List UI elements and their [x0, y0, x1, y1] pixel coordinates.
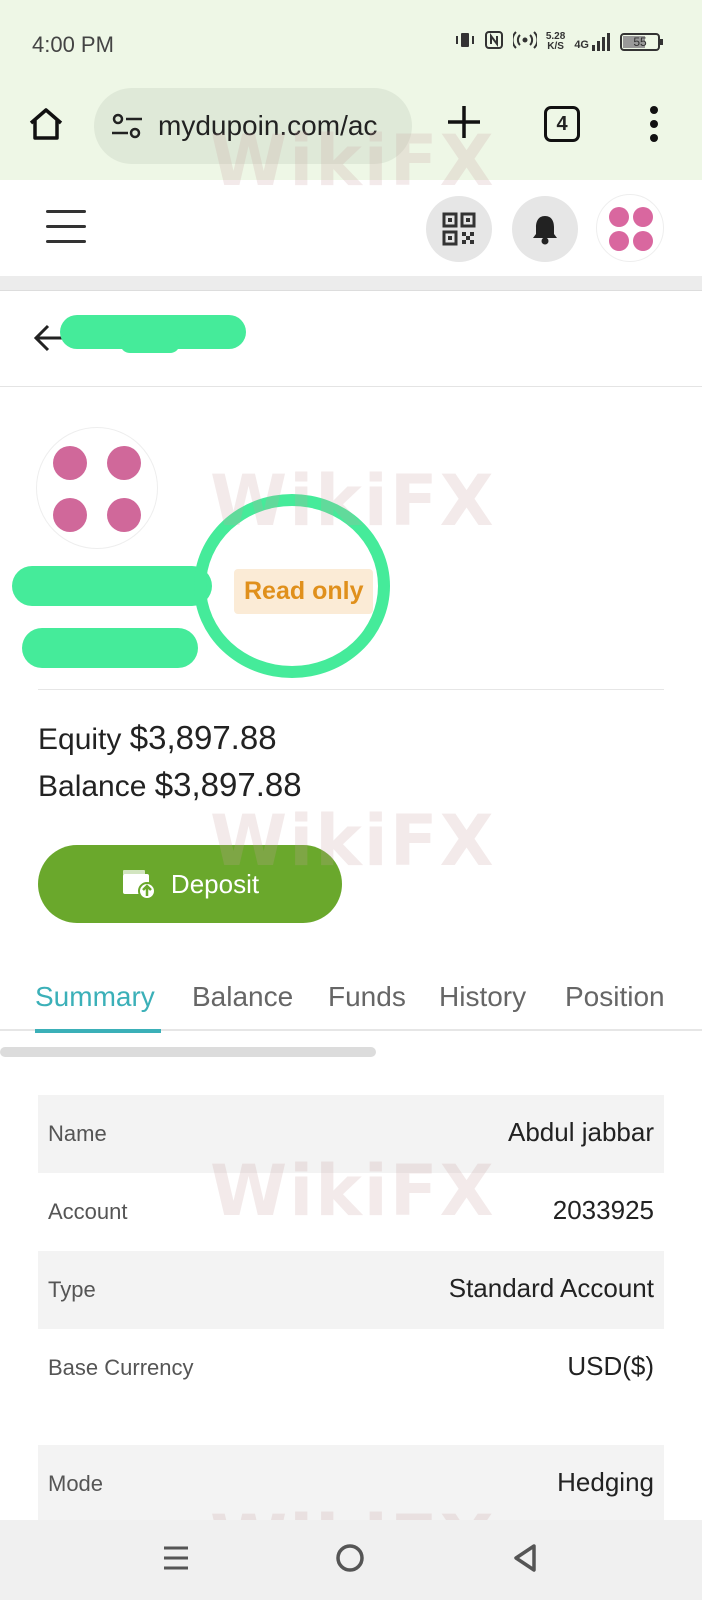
qr-code-icon[interactable] [426, 196, 492, 262]
section-divider [0, 276, 702, 290]
balance-value: $3,897.88 [154, 766, 302, 803]
hotspot-icon [511, 30, 539, 54]
row-value: 2033925 [552, 1195, 654, 1225]
balance-row: Balance $3,897.88 [38, 766, 302, 804]
redaction-mark [12, 566, 212, 606]
back-nav-icon[interactable] [506, 1538, 546, 1578]
network-speed: 5.28 K/S [546, 32, 565, 52]
status-icons: 5.28 K/S 4G 55 [455, 30, 663, 54]
tabs-scrollbar[interactable] [0, 1047, 376, 1057]
row-label: Account [48, 1199, 128, 1224]
row-value: Hedging [557, 1467, 654, 1497]
row-label: Type [48, 1277, 96, 1302]
account-avatar [36, 427, 158, 549]
watermark-text: WikiFX [210, 800, 496, 882]
tune-icon[interactable] [110, 111, 144, 141]
network-type: 4G [574, 39, 589, 51]
status-time: 4:00 PM [32, 32, 114, 57]
account-tabs: Summary Balance Funds History Position [0, 971, 702, 1033]
avatar[interactable] [596, 194, 664, 262]
row-label: Base Currency [48, 1355, 194, 1380]
tab-history[interactable]: History [439, 981, 526, 1013]
row-value: Abdul jabbar [508, 1117, 654, 1147]
recents-icon[interactable] [156, 1538, 196, 1578]
divider [38, 689, 664, 690]
network-speed-unit: K/S [547, 41, 564, 52]
tab-position[interactable]: Position [565, 981, 665, 1013]
status-bar: 4:00 PM 5.28 K/S 4G 55 [0, 0, 702, 88]
battery-icon: 55 [620, 33, 663, 51]
more-vertical-icon[interactable] [646, 104, 662, 144]
tab-funds[interactable]: Funds [328, 981, 406, 1013]
home-icon[interactable] [26, 104, 66, 144]
tab-count-icon[interactable]: 4 [544, 106, 580, 142]
row-value: Standard Account [448, 1273, 654, 1303]
equity-value: $3,897.88 [129, 719, 277, 756]
active-tab-indicator [35, 1029, 161, 1033]
watermark-text: WikiFX [210, 460, 496, 542]
redaction-mark [22, 628, 198, 668]
equity-row: Equity $3,897.88 [38, 719, 277, 757]
signal-icon: 4G [574, 33, 611, 51]
table-row: Type Standard Account [38, 1251, 664, 1329]
nfc-icon [484, 30, 504, 54]
hamburger-icon[interactable] [46, 210, 86, 244]
battery-level: 55 [633, 35, 647, 49]
vibrate-icon [455, 30, 475, 54]
redaction-mark [120, 333, 180, 353]
home-nav-icon[interactable] [330, 1538, 370, 1578]
row-label: Name [48, 1121, 107, 1146]
equity-label: Equity [38, 723, 122, 756]
watermark-text: WikiFX [210, 1150, 496, 1232]
system-nav-bar [0, 1520, 702, 1600]
balance-label: Balance [38, 770, 147, 803]
row-label: Mode [48, 1471, 104, 1496]
tab-balance[interactable]: Balance [192, 981, 293, 1013]
row-value: USD($) [567, 1351, 654, 1381]
wallet-upload-icon [122, 870, 156, 900]
tab-summary[interactable]: Summary [35, 981, 155, 1013]
table-row: Base Currency USD($) [38, 1329, 664, 1407]
watermark-text: WikiFX [210, 120, 496, 202]
bell-icon[interactable] [512, 196, 578, 262]
